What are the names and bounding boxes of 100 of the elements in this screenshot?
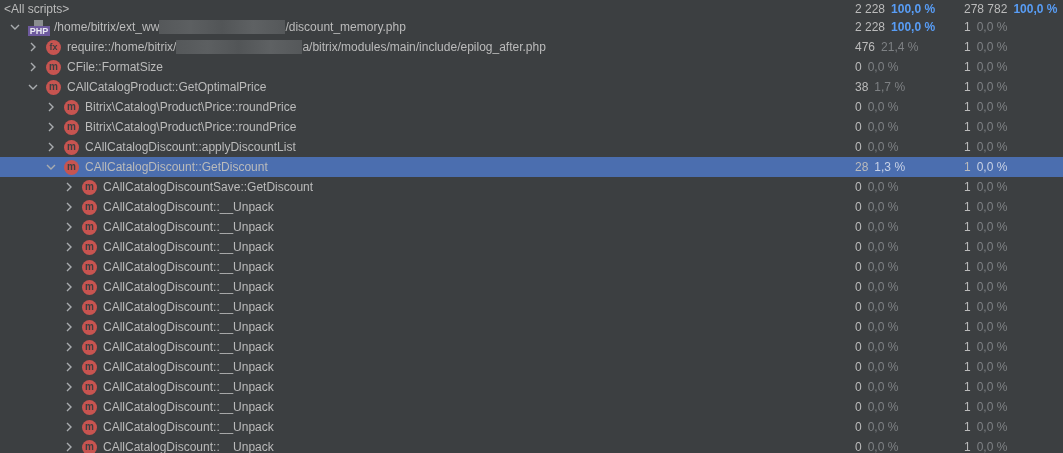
tree-row[interactable]: m CAllCatalogDiscount::__Unpack 0 0,0 % 1 0,0 % xyxy=(0,397,1063,417)
call-count: 1 xyxy=(964,279,971,296)
sample-percent: 0,0 % xyxy=(867,219,899,236)
function-name: CAllCatalogDiscount::GetDiscount xyxy=(85,159,268,176)
tree-row[interactable]: m CFile::FormatSize 0 0,0 % 1 0,0 % xyxy=(0,57,1063,77)
tree-row[interactable]: m CAllCatalogDiscount::GetDiscount 28 1,3 % 1 0,0 % xyxy=(0,157,1063,177)
sample-count: 0 xyxy=(855,239,862,256)
call-percent: 0,0 % xyxy=(976,319,1008,336)
call-count: 1 xyxy=(964,139,971,156)
function-name: CAllCatalogProduct::GetOptimalPrice xyxy=(67,79,267,96)
call-count: 1 xyxy=(964,339,971,356)
function-name: CAllCatalogDiscount::__Unpack xyxy=(103,299,274,316)
call-count: 1 xyxy=(964,39,971,56)
tree-row[interactable]: m CAllCatalogDiscount::__Unpack 0 0,0 % 1 0,0 % xyxy=(0,357,1063,377)
call-count: 1 xyxy=(964,79,971,96)
function-name: CAllCatalogDiscountSave::GetDiscount xyxy=(103,179,314,196)
function-name: CFile::FormatSize xyxy=(67,59,164,76)
sample-count: 0 xyxy=(855,219,862,236)
call-percent: 0,0 % xyxy=(976,179,1008,196)
tree-row[interactable]: m CAllCatalogDiscountSave::GetDiscount 0 0,0 % 1 0,0 % xyxy=(0,177,1063,197)
sample-count: 0 xyxy=(855,299,862,316)
call-percent: 0,0 % xyxy=(976,39,1008,56)
tree-row[interactable]: m CAllCatalogDiscount::__Unpack 0 0,0 % 1 0,0 % xyxy=(0,297,1063,317)
call-percent: 0,0 % xyxy=(976,399,1008,416)
function-name: CAllCatalogDiscount::__Unpack xyxy=(103,219,274,236)
sample-percent: 0,0 % xyxy=(867,439,899,453)
function-name: Bitrix\Catalog\Product\Price::roundPrice xyxy=(85,99,297,116)
sample-percent: 0,0 % xyxy=(867,179,899,196)
sample-percent: 100,0 % xyxy=(891,19,936,36)
function-name: CAllCatalogDiscount::__Unpack xyxy=(103,279,274,296)
sample-count: 0 xyxy=(855,319,862,336)
tree-row[interactable]: m CAllCatalogDiscount::__Unpack 0 0,0 % 1 0,0 % xyxy=(0,337,1063,357)
call-count: 1 xyxy=(964,199,971,216)
method-icon: m xyxy=(64,119,79,135)
tree-row[interactable]: m CAllCatalogDiscount::__Unpack 0 0,0 % 1 0,0 % xyxy=(0,197,1063,217)
sample-percent: 0,0 % xyxy=(867,99,899,116)
method-icon: m xyxy=(82,259,97,275)
tree-row[interactable]: m CAllCatalogDiscount::__Unpack 0 0,0 % 1 0,0 % xyxy=(0,317,1063,337)
all-scripts-label[interactable]: <All scripts> xyxy=(4,0,70,18)
call-percent: 0,0 % xyxy=(976,139,1008,156)
call-percent: 0,0 % xyxy=(976,299,1008,316)
sample-percent: 0,0 % xyxy=(867,199,899,216)
sample-count: 0 xyxy=(855,99,862,116)
call-count: 1 xyxy=(964,219,971,236)
method-icon: m xyxy=(64,99,79,115)
sample-percent: 0,0 % xyxy=(867,339,899,356)
call-count: 1 xyxy=(964,439,971,453)
function-name: CAllCatalogDiscount::__Unpack xyxy=(103,339,274,356)
tree-row[interactable]: m Bitrix\Catalog\Product\Price::roundPrice 0 0,0 % 1 0,0 % xyxy=(0,97,1063,117)
function-name: CAllCatalogDiscount::__Unpack xyxy=(103,419,274,436)
sample-count: 0 xyxy=(855,59,862,76)
tree-row[interactable]: m Bitrix\Catalog\Product\Price::roundPrice 0 0,0 % 1 0,0 % xyxy=(0,117,1063,137)
function-icon: fx xyxy=(46,39,61,55)
sample-count: 0 xyxy=(855,339,862,356)
method-icon: m xyxy=(82,319,97,335)
sample-count: 0 xyxy=(855,139,862,156)
call-percent: 0,0 % xyxy=(976,279,1008,296)
tree-row[interactable]: m CAllCatalogDiscount::__Unpack 0 0,0 % 1 0,0 % xyxy=(0,437,1063,453)
method-icon: m xyxy=(82,239,97,255)
call-percent: 0,0 % xyxy=(976,79,1008,96)
tree-row[interactable]: m CAllCatalogDiscount::__Unpack 0 0,0 % 1 0,0 % xyxy=(0,237,1063,257)
function-name: CAllCatalogDiscount::__Unpack xyxy=(103,359,274,376)
call-percent: 0,0 % xyxy=(976,199,1008,216)
method-icon: m xyxy=(82,179,97,195)
method-icon: m xyxy=(82,419,97,435)
tree-row[interactable]: m CAllCatalogDiscount::__Unpack 0 0,0 % 1 0,0 % xyxy=(0,217,1063,237)
sample-count: 0 xyxy=(855,279,862,296)
tree-row[interactable]: m CAllCatalogDiscount::__Unpack 0 0,0 % 1 0,0 % xyxy=(0,417,1063,437)
tree-row[interactable]: PHP /home/bitrix/ext_ww /discount_memory.php 2 228 100,0 % 1 0,0 % xyxy=(0,17,1063,37)
method-icon: m xyxy=(64,139,79,155)
tree-row[interactable]: m CAllCatalogProduct::GetOptimalPrice 38 1,7 % 1 0,0 % xyxy=(0,77,1063,97)
sample-count: 0 xyxy=(855,439,862,453)
tree-row[interactable]: m CAllCatalogDiscount::applyDiscountList 0 0,0 % 1 0,0 % xyxy=(0,137,1063,157)
call-count: 1 xyxy=(964,159,971,176)
method-icon: m xyxy=(64,159,79,175)
sample-count: 0 xyxy=(855,119,862,136)
tree-row[interactable]: fx require::/home/bitrix/ a/bitrix/modules/main/include/epilog_after.php 476 21,4 % 1 0,0 % xyxy=(0,37,1063,57)
method-icon: m xyxy=(82,399,97,415)
sample-percent: 21,4 % xyxy=(881,39,919,56)
method-icon: m xyxy=(82,439,97,453)
tree-row[interactable]: m CAllCatalogDiscount::__Unpack 0 0,0 % 1 0,0 % xyxy=(0,277,1063,297)
call-percent: 0,0 % xyxy=(976,119,1008,136)
call-percent: 0,0 % xyxy=(976,359,1008,376)
function-name: a/bitrix/modules/main/include/epilog_after.php xyxy=(302,39,546,56)
call-count: 1 xyxy=(964,319,971,336)
tree-row[interactable]: m CAllCatalogDiscount::__Unpack 0 0,0 % 1 0,0 % xyxy=(0,257,1063,277)
sample-percent: 0,0 % xyxy=(867,59,899,76)
tree-row[interactable]: m CAllCatalogDiscount::__Unpack 0 0,0 % 1 0,0 % xyxy=(0,377,1063,397)
sample-count: 0 xyxy=(855,399,862,416)
call-count: 1 xyxy=(964,239,971,256)
sample-count: 2 228 xyxy=(855,0,886,18)
sample-percent: 0,0 % xyxy=(867,359,899,376)
function-name: CAllCatalogDiscount::__Unpack xyxy=(103,199,274,216)
sample-percent: 0,0 % xyxy=(867,239,899,256)
call-count: 278 782 xyxy=(964,0,1008,18)
sample-percent: 0,0 % xyxy=(867,399,899,416)
sample-percent: 0,0 % xyxy=(867,119,899,136)
function-name: CAllCatalogDiscount::applyDiscountList xyxy=(85,139,296,156)
function-name: CAllCatalogDiscount::__Unpack xyxy=(103,399,274,416)
sample-percent: 0,0 % xyxy=(867,419,899,436)
